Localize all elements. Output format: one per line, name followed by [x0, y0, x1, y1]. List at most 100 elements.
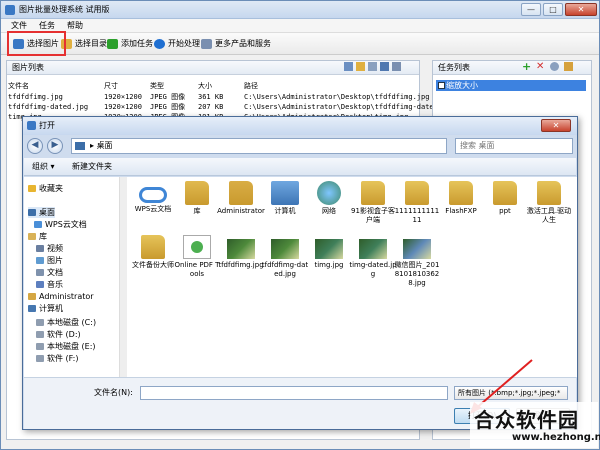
nav-item[interactable]: 本地磁盘 (E:): [36, 341, 96, 352]
video-icon: [36, 245, 44, 252]
maximize-button[interactable]: □: [543, 3, 563, 16]
filename-label: 文件名(N):: [94, 388, 133, 397]
nav-item[interactable]: WPS云文档: [34, 219, 87, 230]
file-item[interactable]: 文件备份大师: [129, 235, 177, 270]
file-item-label: 文件备份大师: [132, 261, 174, 269]
file-item[interactable]: Administrator: [217, 181, 265, 216]
select-folder-button[interactable]: 选择目录: [59, 36, 107, 52]
task-toolbar: + ✕: [522, 61, 582, 73]
desktop-icon: [28, 209, 36, 216]
drive-icon: [36, 331, 44, 338]
view-icon[interactable]: [344, 62, 353, 71]
window-title: 图片批量处理系统 试用版: [19, 5, 110, 14]
nav-item[interactable]: 收藏夹: [28, 183, 63, 194]
nav-item[interactable]: 音乐: [36, 279, 63, 290]
file-item-label: ppt: [499, 207, 511, 215]
folder-icon[interactable]: [356, 62, 365, 71]
column-filename[interactable]: 文件名: [8, 81, 29, 91]
file-item[interactable]: FlashFXP: [437, 181, 485, 216]
file-item[interactable]: tfdfdfimg.jpg: [217, 235, 265, 270]
nav-item[interactable]: Administrator: [28, 291, 94, 302]
wrench-icon[interactable]: [550, 62, 559, 71]
broom-icon[interactable]: [564, 62, 573, 71]
pdf-tool-icon: [191, 241, 203, 253]
nav-item[interactable]: 本地磁盘 (C:): [36, 317, 96, 328]
drive-icon: [36, 343, 44, 350]
task-item-resize[interactable]: 缩放大小: [436, 80, 586, 91]
image-thumb-icon: [403, 239, 431, 259]
file-item[interactable]: 微信图片_20181018103628.jpg: [393, 235, 441, 288]
computer-icon: [28, 305, 36, 312]
file-item-label: timg-dated.jpg: [349, 261, 397, 278]
settings-icon[interactable]: [392, 62, 401, 71]
delete-icon[interactable]: [380, 62, 389, 71]
app-icon: [5, 5, 15, 15]
file-item[interactable]: WPS云文档: [129, 181, 177, 214]
file-item[interactable]: 网络: [305, 181, 353, 216]
file-item[interactable]: ppt: [481, 181, 529, 216]
nav-item[interactable]: 库: [28, 231, 47, 242]
address-field[interactable]: ▸ 桌面: [71, 138, 447, 154]
new-folder-button[interactable]: 新建文件夹: [72, 161, 112, 173]
file-item[interactable]: 激活工具.驱动人生: [525, 181, 573, 225]
column-type[interactable]: 类型: [150, 81, 164, 91]
dialog-command-bar: 组织 ▾ 新建文件夹: [24, 158, 576, 176]
file-item-label: WPS云文档: [134, 205, 172, 213]
watermark-url: www.hezhong.net: [512, 432, 600, 443]
file-item[interactable]: timg.jpg: [305, 235, 353, 270]
file-item[interactable]: 库: [173, 181, 221, 216]
cloud-icon: [34, 221, 42, 228]
file-item[interactable]: timg-dated.jpg: [349, 235, 397, 279]
panel-toolbar: [344, 61, 414, 73]
file-item-label: 111111111111: [394, 207, 440, 224]
add-task-icon[interactable]: +: [522, 61, 531, 72]
file-item[interactable]: 计算机: [261, 181, 309, 216]
organize-menu[interactable]: 组织 ▾: [32, 161, 55, 173]
nav-item[interactable]: 视频: [36, 243, 63, 254]
close-button[interactable]: ✕: [565, 3, 597, 16]
minimize-button[interactable]: —: [521, 3, 541, 16]
nav-item[interactable]: 文档: [36, 267, 63, 278]
folder-icon: [361, 181, 385, 205]
toolbar: 选择图片 选择目录 添加任务 开始处理 更多产品和服务: [1, 33, 599, 55]
music-icon: [36, 281, 44, 288]
address-bar-row: ◀ ▶ ▸ 桌面 搜索 桌面: [27, 137, 575, 159]
nav-item[interactable]: 软件 (D:): [36, 329, 81, 340]
nav-item[interactable]: 计算机: [28, 303, 63, 314]
task-checkbox[interactable]: [438, 82, 445, 89]
nav-item[interactable]: 桌面: [28, 207, 55, 218]
nav-item[interactable]: 软件 (F:): [36, 353, 78, 364]
column-size[interactable]: 尺寸: [104, 81, 118, 91]
file-item[interactable]: 91影视盒子客户端: [349, 181, 397, 225]
file-item-label: 库: [193, 207, 201, 215]
more-products-button[interactable]: 更多产品和服务: [199, 36, 271, 52]
file-item[interactable]: Online PDF Tools: [173, 235, 221, 279]
file-item[interactable]: 111111111111: [393, 181, 441, 225]
dialog-close-button[interactable]: ✕: [541, 119, 571, 132]
start-processing-button[interactable]: 开始处理: [152, 36, 200, 52]
title-bar: 图片批量处理系统 试用版 — □ ✕: [1, 1, 599, 19]
nav-item[interactable]: 图片: [36, 255, 63, 266]
library-icon: [28, 233, 36, 240]
file-item[interactable]: tfdfdfimg-dated.jpg: [261, 235, 309, 279]
nav-scrollbar[interactable]: [119, 177, 127, 377]
user-icon: [28, 293, 36, 300]
file-item-label: 网络: [322, 207, 336, 215]
file-item-label: tfdfdfimg.jpg: [218, 261, 264, 269]
column-path[interactable]: 路径: [244, 81, 258, 91]
add-task-button[interactable]: 添加任务: [105, 36, 153, 52]
image-thumb-icon: [315, 239, 343, 259]
column-filesize[interactable]: 大小: [198, 81, 212, 91]
folder-icon: [493, 181, 517, 205]
delete-task-icon[interactable]: ✕: [536, 61, 544, 72]
filename-input[interactable]: [140, 386, 448, 400]
search-input[interactable]: 搜索 桌面: [455, 138, 573, 154]
forward-button[interactable]: ▶: [47, 138, 63, 154]
picture-icon: [36, 257, 44, 264]
list-icon[interactable]: [368, 62, 377, 71]
back-button[interactable]: ◀: [27, 138, 43, 154]
file-item-label: 激活工具.驱动人生: [526, 207, 572, 224]
file-item-label: FlashFXP: [445, 207, 477, 215]
drive-icon: [36, 319, 44, 326]
menu-help[interactable]: 帮助: [67, 20, 83, 32]
